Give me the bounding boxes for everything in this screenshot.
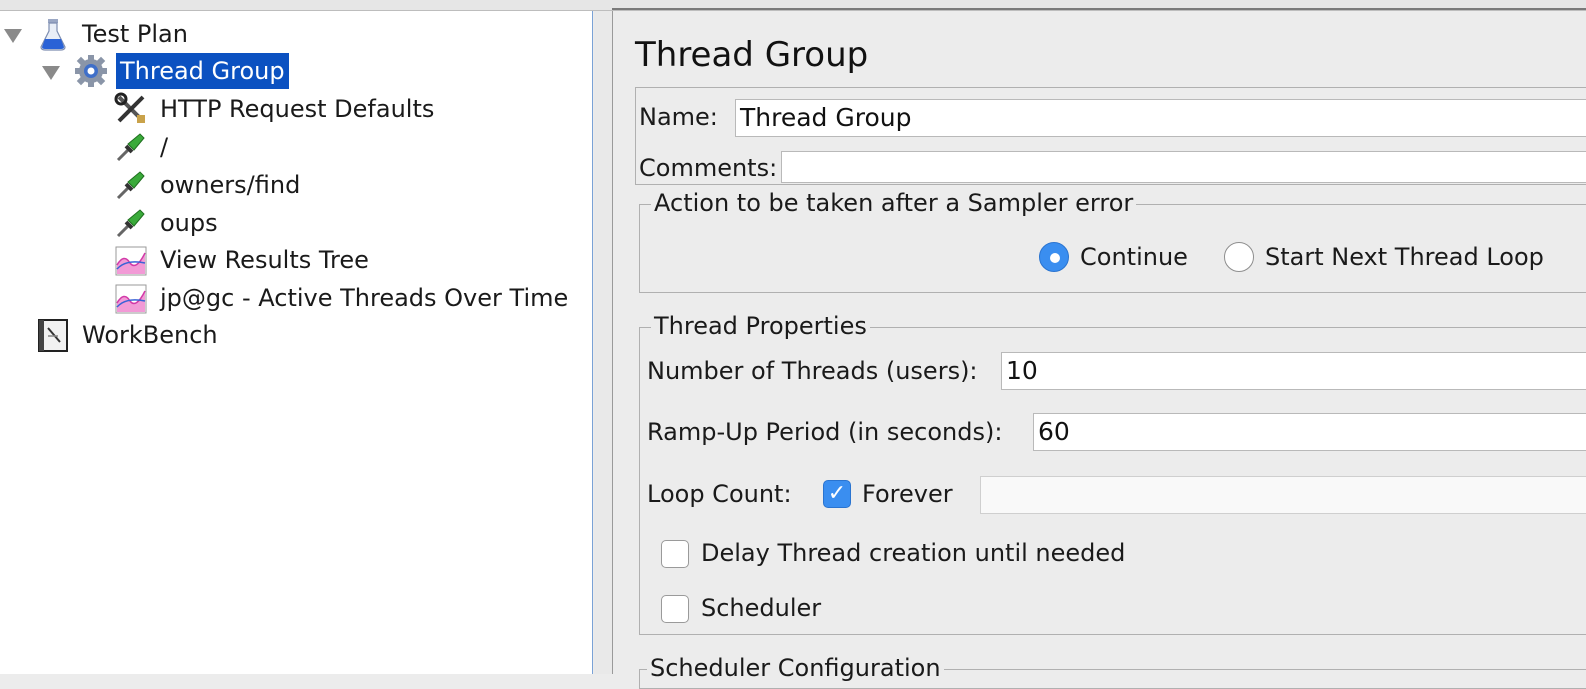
thread-properties-legend: Thread Properties <box>651 312 870 340</box>
test-plan-tree[interactable]: Test Plan Thread Group HTTP Request Defa… <box>0 11 593 674</box>
tree-item-label: oups <box>160 209 218 237</box>
tree-item-label: Test Plan <box>82 20 188 48</box>
tree-item-http-request-defaults[interactable]: HTTP Request Defaults <box>114 91 438 127</box>
pipette-icon <box>114 206 148 240</box>
forever-checkbox[interactable]: ✓ <box>823 480 851 508</box>
tree-expand-toggle[interactable] <box>4 29 22 43</box>
loop-count-label: Loop Count: <box>647 480 792 508</box>
tree-item-label: WorkBench <box>82 321 218 349</box>
tree-item-oups[interactable]: oups <box>114 205 222 241</box>
forever-label[interactable]: Forever <box>862 480 953 508</box>
page-title: Thread Group <box>635 35 869 75</box>
start-next-loop-radio[interactable] <box>1224 242 1254 272</box>
tree-item-label: jp@gc - Active Threads Over Time <box>160 284 569 312</box>
pipette-icon <box>114 130 148 164</box>
tree-item-test-plan[interactable]: Test Plan <box>36 16 192 52</box>
start-next-loop-radio-label[interactable]: Start Next Thread Loop <box>1265 243 1544 271</box>
scheduler-config-legend: Scheduler Configuration <box>647 654 944 682</box>
loop-count-field[interactable] <box>980 476 1586 514</box>
graph-icon <box>114 243 148 277</box>
rampup-field[interactable]: 60 <box>1033 413 1586 451</box>
tree-expand-toggle[interactable] <box>42 66 60 80</box>
tree-item-thread-group[interactable]: Thread Group <box>74 53 289 89</box>
threads-field[interactable]: 10 <box>1001 352 1586 390</box>
comments-label: Comments: <box>639 154 778 182</box>
comments-field[interactable] <box>781 151 1586 183</box>
tree-item-sampler-root[interactable]: / <box>114 129 172 165</box>
sampler-error-legend: Action to be taken after a Sampler error <box>651 189 1137 217</box>
panel-top-border <box>612 8 1586 10</box>
tree-item-owners-find[interactable]: owners/find <box>114 167 304 203</box>
tree-item-active-threads-over-time[interactable]: jp@gc - Active Threads Over Time <box>114 280 572 316</box>
graph-icon <box>114 281 148 315</box>
notebook-icon <box>36 318 70 352</box>
delay-thread-label[interactable]: Delay Thread creation until needed <box>701 539 1125 567</box>
tree-item-label: Thread Group <box>116 53 289 89</box>
continue-radio[interactable] <box>1039 242 1069 272</box>
name-label: Name: <box>639 103 718 131</box>
tree-item-label: View Results Tree <box>160 246 369 274</box>
tree-item-label: owners/find <box>160 171 301 199</box>
pipette-icon <box>114 168 148 202</box>
scheduler-checkbox[interactable] <box>661 595 689 623</box>
tools-icon <box>114 92 148 126</box>
scheduler-label[interactable]: Scheduler <box>701 594 821 622</box>
threads-label: Number of Threads (users): <box>647 357 978 385</box>
continue-radio-label[interactable]: Continue <box>1080 243 1188 271</box>
gear-icon <box>74 54 108 88</box>
split-pane-divider[interactable] <box>594 11 612 674</box>
name-field[interactable]: Thread Group <box>735 99 1586 137</box>
tree-item-view-results-tree[interactable]: View Results Tree <box>114 242 373 278</box>
delay-thread-checkbox[interactable] <box>661 540 689 568</box>
tree-item-workbench[interactable]: WorkBench <box>36 317 222 353</box>
rampup-label: Ramp-Up Period (in seconds): <box>647 418 1003 446</box>
tree-item-label: / <box>160 133 169 161</box>
tree-item-label: HTTP Request Defaults <box>160 95 435 123</box>
flask-icon <box>36 17 70 51</box>
thread-group-panel: Thread Group Name: Thread Group Comments… <box>612 11 1586 689</box>
